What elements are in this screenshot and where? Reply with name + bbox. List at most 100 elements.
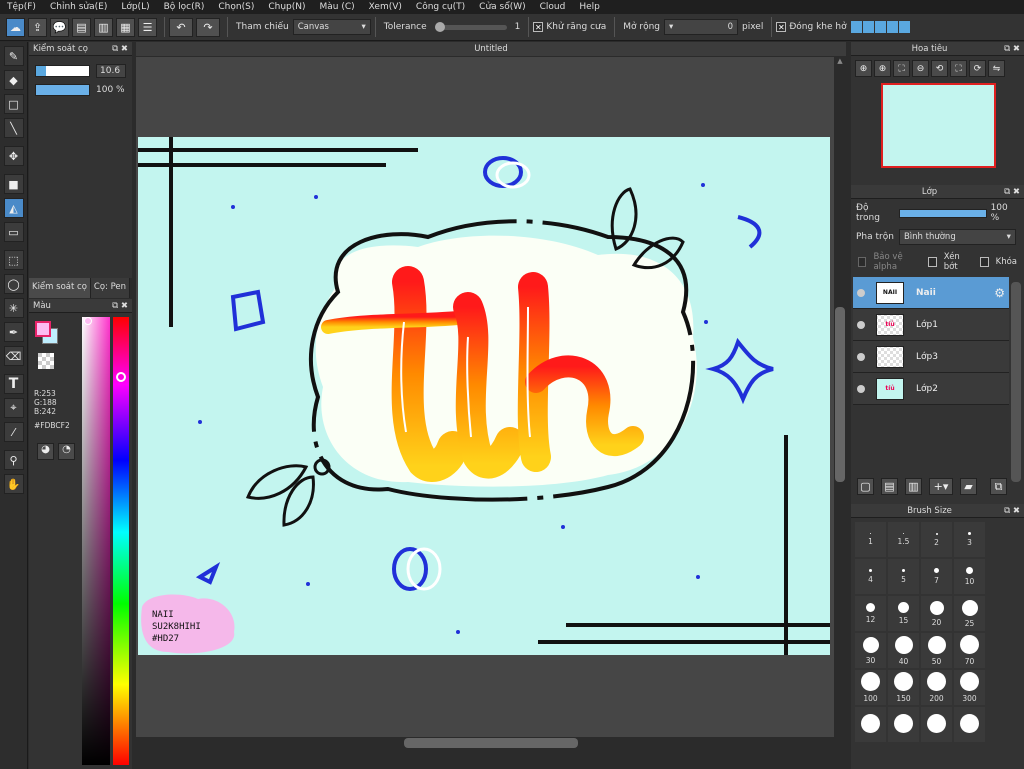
folder-icon[interactable]: ▰ xyxy=(960,478,977,495)
clip-checkbox[interactable] xyxy=(928,257,937,267)
brush-size-option[interactable] xyxy=(954,707,985,742)
move-tool-icon[interactable]: ✥ xyxy=(3,146,24,166)
panel-controls-icon[interactable]: ⧉ ✖ xyxy=(1004,44,1020,54)
list-icon[interactable]: ☰ xyxy=(138,17,157,37)
menu-item[interactable]: Lớp(L) xyxy=(114,2,156,12)
gear-icon[interactable]: ⚙ xyxy=(994,286,1005,300)
saturation-value-picker[interactable] xyxy=(82,317,110,765)
frame-tool-icon[interactable]: ⌖ xyxy=(3,398,24,418)
brush-size-option[interactable]: 1 xyxy=(855,522,886,557)
brush-size-option[interactable] xyxy=(855,707,886,742)
new-layer-8bit-icon[interactable]: ▤ xyxy=(881,478,898,495)
brush-size-option[interactable]: 1.5 xyxy=(888,522,919,557)
layer-item[interactable]: tíủ Lớp1 xyxy=(853,309,1009,341)
brush-size-value[interactable]: 10.6 xyxy=(96,64,126,78)
menu-item[interactable]: Màu (C) xyxy=(313,2,362,12)
foreground-color-swatch[interactable] xyxy=(35,321,51,337)
close-gap-levels[interactable] xyxy=(850,21,910,33)
horizontal-scrollbar[interactable] xyxy=(136,737,834,749)
slider-handle[interactable] xyxy=(434,21,445,32)
panel-controls-icon[interactable]: ⧉ ✖ xyxy=(1004,187,1020,197)
zoom-out-icon[interactable]: ⊖ xyxy=(912,60,929,77)
rect-select-icon[interactable]: ⬚ xyxy=(3,250,24,270)
layer-item[interactable]: Lớp3 xyxy=(853,341,1009,373)
brush-size-slider[interactable] xyxy=(35,65,90,77)
eye-icon[interactable] xyxy=(857,384,865,393)
vertical-scrollbar[interactable]: ▲ xyxy=(834,57,846,737)
brush-size-option[interactable]: 15 xyxy=(888,596,919,631)
brush-size-option[interactable]: 20 xyxy=(921,596,952,631)
brush-size-option[interactable]: 40 xyxy=(888,633,919,668)
brush-size-option[interactable]: 200 xyxy=(921,670,952,705)
layer-scrollbar[interactable] xyxy=(1011,282,1021,482)
brush-size-option[interactable]: 10 xyxy=(954,559,985,594)
cloud-icon[interactable]: ☁ xyxy=(6,17,25,37)
palette-add-icon[interactable]: ◔ xyxy=(58,443,75,460)
share-icon[interactable]: ⇪ xyxy=(28,17,47,37)
antialias-checkbox[interactable]: ✕ xyxy=(533,22,544,32)
transparent-swatch[interactable] xyxy=(38,353,54,369)
brush-size-option[interactable] xyxy=(921,707,952,742)
menu-item[interactable]: Tệp(F) xyxy=(0,2,43,12)
duplicate-layer-icon[interactable]: ⧉ xyxy=(990,478,1007,495)
navigator-thumbnail[interactable] xyxy=(881,83,996,168)
blur-tool-icon[interactable]: ╲ xyxy=(3,118,24,138)
lasso-select-icon[interactable]: ◯ xyxy=(3,274,24,294)
expand-stepper[interactable]: ▾ 0 xyxy=(664,19,739,35)
blend-mode-select[interactable]: Bình thường ▾ xyxy=(898,229,1016,245)
zoom-in-icon[interactable]: ⊕ xyxy=(874,60,891,77)
lock-checkbox[interactable] xyxy=(980,257,989,267)
document-tab[interactable]: Untitled xyxy=(136,42,846,56)
eyedropper-icon[interactable]: ⚲ xyxy=(3,450,24,470)
menu-item[interactable]: Cửa sổ(W) xyxy=(472,2,532,12)
hue-slider[interactable] xyxy=(113,317,129,765)
text-tool-icon[interactable]: T xyxy=(3,374,24,394)
rotate-right-icon[interactable]: ⟳ xyxy=(969,60,986,77)
hand-tool-icon[interactable]: ✋ xyxy=(3,474,24,494)
chat-icon[interactable]: 💬 xyxy=(50,17,69,37)
close-gap-checkbox[interactable]: ✕ xyxy=(776,22,787,32)
palette-icon[interactable]: ◕ xyxy=(37,443,54,460)
brush-size-option[interactable]: 4 xyxy=(855,559,886,594)
brush-size-option[interactable]: 5 xyxy=(888,559,919,594)
layer-item[interactable]: tíủ Lớp2 xyxy=(853,373,1009,405)
shape-tool-icon[interactable]: □ xyxy=(3,94,24,114)
brush-opacity-slider[interactable] xyxy=(35,84,90,96)
brush-size-option[interactable]: 100 xyxy=(855,670,886,705)
select-eraser-icon[interactable]: ⌫ xyxy=(3,346,24,366)
add-layer-menu-icon[interactable]: +▾ xyxy=(929,478,953,495)
reset-icon[interactable]: ⛶ xyxy=(950,60,967,77)
select-pen-icon[interactable]: ✒ xyxy=(3,322,24,342)
comment-icon[interactable]: ▤ xyxy=(72,17,91,37)
eraser-tool-icon[interactable]: ◆ xyxy=(3,70,24,90)
brush-size-option[interactable]: 50 xyxy=(921,633,952,668)
menu-item[interactable]: Chỉnh sửa(E) xyxy=(43,2,114,12)
menu-item[interactable]: Cloud xyxy=(533,2,573,12)
rotate-left-icon[interactable]: ⟲ xyxy=(931,60,948,77)
flip-icon[interactable]: ⇋ xyxy=(988,60,1005,77)
brush-size-option[interactable]: 30 xyxy=(855,633,886,668)
protect-alpha-checkbox[interactable] xyxy=(858,257,867,267)
magic-wand-icon[interactable]: ✳ xyxy=(3,298,24,318)
panel-controls-icon[interactable]: ⧉ ✖ xyxy=(1004,506,1020,516)
picker-handle[interactable] xyxy=(84,317,92,325)
menu-item[interactable]: Help xyxy=(572,2,607,12)
vertical-scroll-thumb[interactable] xyxy=(835,307,845,482)
horizontal-scroll-thumb[interactable] xyxy=(404,738,578,748)
scroll-up-icon[interactable]: ▲ xyxy=(834,57,846,67)
brush-size-option[interactable]: 12 xyxy=(855,596,886,631)
page-icon[interactable]: ▥ xyxy=(94,17,113,37)
tab-brush-pen[interactable]: Cọ: Pen xyxy=(90,278,131,298)
tolerance-slider[interactable] xyxy=(434,21,507,32)
brush-size-option[interactable]: 150 xyxy=(888,670,919,705)
eye-icon[interactable] xyxy=(857,288,865,297)
grid-icon[interactable]: ▦ xyxy=(116,17,135,37)
gradient-tool-icon[interactable]: ▭ xyxy=(3,222,24,242)
canvas-workspace[interactable]: NAII SU2K8HIHI #HD27 xyxy=(136,57,834,737)
new-layer-icon[interactable]: ▢ xyxy=(857,478,874,495)
layer-opacity-slider[interactable] xyxy=(899,208,987,218)
brush-tool-icon[interactable]: ✎ xyxy=(3,46,24,66)
brush-size-option[interactable]: 7 xyxy=(921,559,952,594)
bucket-tool-icon[interactable]: ◭ xyxy=(3,198,24,218)
eye-icon[interactable] xyxy=(857,352,865,361)
